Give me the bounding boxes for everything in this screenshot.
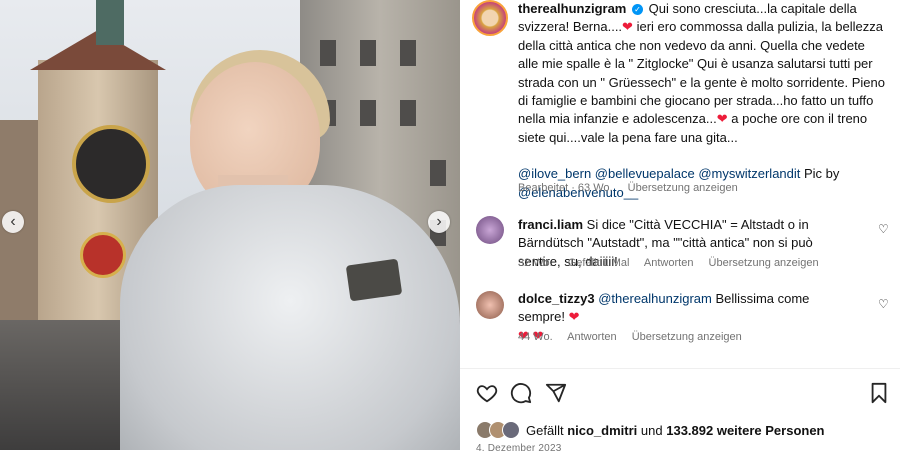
liker-username[interactable]: nico_dmitri: [567, 423, 637, 438]
chevron-left-icon: ‹: [10, 213, 16, 230]
translate-link[interactable]: Übersetzung anzeigen: [709, 257, 819, 269]
caption-mentions[interactable]: @ilove_bern @bellevuepalace @myswitzerla…: [518, 166, 800, 181]
comment-avatar[interactable]: [476, 216, 504, 244]
comment-meta: 32 Wo. Gefällt 1 Mal Antworten Übersetzu…: [518, 257, 831, 269]
carousel-next-button[interactable]: ›: [428, 211, 450, 233]
heart-outline-icon: [476, 385, 498, 403]
post-author-username[interactable]: therealhunzigram: [518, 1, 626, 16]
tower-clock: [72, 125, 150, 203]
heart-emoji-icon: ❤: [716, 111, 728, 127]
comment-like-icon[interactable]: ♡: [878, 222, 889, 236]
comment-icon: [510, 383, 532, 404]
share-button[interactable]: [543, 380, 569, 406]
translate-link[interactable]: Übersetzung anzeigen: [628, 182, 738, 194]
tower-spire: [96, 0, 124, 45]
liker-avatar[interactable]: [502, 421, 520, 439]
comment-avatar[interactable]: [476, 291, 504, 319]
post-meta: Bearbeitet · 63 Wo. Übersetzung anzeigen: [518, 182, 750, 194]
likes-summary: Gefällt nico_dmitri und 133.892 weitere …: [476, 420, 825, 440]
reply-link[interactable]: Antworten: [567, 331, 617, 343]
save-button[interactable]: [866, 380, 892, 406]
comment-meta: 44 Wo. Antworten Übersetzung anzeigen: [518, 331, 754, 343]
caption-credit: Pic by: [800, 166, 840, 182]
bookmark-icon: [871, 382, 887, 404]
carousel-prev-button[interactable]: ‹: [2, 211, 24, 233]
astronomical-clock: [80, 232, 126, 278]
likes-prefix: Gefällt: [526, 422, 564, 438]
comment-button[interactable]: [508, 380, 534, 406]
comment-username[interactable]: dolce_tizzy3: [518, 291, 595, 306]
likes-count[interactable]: 133.892 weitere Personen: [666, 423, 824, 438]
post-panel: therealhunzigram ✓ Qui sono cresciuta...…: [460, 0, 900, 454]
post-caption: therealhunzigram ✓ Qui sono cresciuta...…: [518, 0, 888, 202]
comment-username[interactable]: franci.liam: [518, 217, 583, 232]
verified-icon: ✓: [631, 4, 643, 15]
heart-emoji-icon: ❤: [568, 309, 580, 325]
chevron-right-icon: ›: [436, 213, 442, 230]
heart-emoji-icon: ❤: [622, 19, 633, 35]
reply-link[interactable]: Antworten: [644, 257, 694, 269]
edited-label: Bearbeitet · 63 Wo.: [518, 182, 613, 194]
post-author-avatar[interactable]: [472, 0, 508, 36]
translate-link[interactable]: Übersetzung anzeigen: [632, 331, 742, 343]
fur-coat: [120, 185, 460, 450]
comment-likes[interactable]: Gefällt 1 Mal: [568, 257, 630, 269]
post-image[interactable]: ‹ ›: [0, 0, 460, 450]
divider: [460, 368, 900, 369]
action-bar: [460, 380, 900, 410]
like-button[interactable]: [474, 380, 500, 406]
coat-patch: [345, 258, 403, 302]
share-icon: [545, 383, 567, 403]
likes-middle: und: [640, 422, 663, 438]
comment-age: 32 Wo.: [518, 257, 553, 269]
comments-scroll[interactable]: therealhunzigram ✓ Qui sono cresciuta...…: [460, 0, 900, 370]
comment-mention[interactable]: @therealhunzigram: [598, 291, 712, 306]
post-date[interactable]: 4. Dezember 2023: [476, 443, 561, 454]
comment-like-icon[interactable]: ♡: [878, 297, 889, 311]
comment-age: 44 Wo.: [518, 331, 553, 343]
